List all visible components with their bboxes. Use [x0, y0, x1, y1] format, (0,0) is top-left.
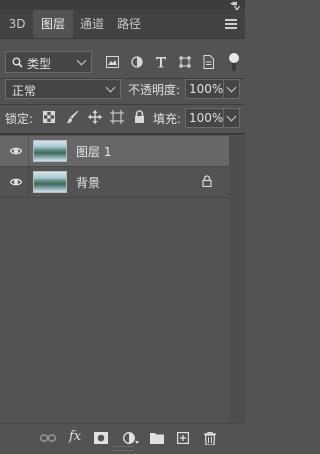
- layer-style-fx-icon[interactable]: fx: [69, 429, 81, 444]
- resize-grip[interactable]: [112, 446, 134, 451]
- new-group-folder-icon[interactable]: [150, 432, 164, 447]
- shape-filter-icon[interactable]: [179, 56, 191, 68]
- layer-name: 图层 1: [76, 145, 112, 159]
- divider: [223, 109, 224, 127]
- opacity-field[interactable]: 100%: [185, 79, 240, 99]
- lock-transparent-pixels-icon[interactable]: [43, 111, 55, 123]
- delete-layer-trash-icon[interactable]: [204, 431, 216, 448]
- add-mask-icon[interactable]: [94, 432, 108, 447]
- opacity-value: 100%: [189, 82, 224, 96]
- layer-thumbnail: [33, 171, 67, 193]
- lock-image-pixels-icon[interactable]: [66, 110, 79, 124]
- lock-position-icon[interactable]: [88, 110, 102, 124]
- link-layers-icon[interactable]: [40, 432, 56, 444]
- chevron-down-icon: [226, 111, 237, 122]
- divider: [0, 104, 245, 105]
- divider: [223, 80, 224, 98]
- smart-object-filter-icon[interactable]: [203, 55, 214, 69]
- layer-row[interactable]: 背景: [0, 167, 229, 197]
- divider: [0, 197, 229, 198]
- tab-3d[interactable]: 3D: [4, 10, 30, 38]
- new-layer-icon[interactable]: [177, 432, 190, 447]
- layer-row[interactable]: 图层 1: [0, 136, 229, 166]
- opacity-label: 不透明度:: [128, 83, 181, 97]
- lock-icon: [202, 175, 212, 187]
- filter-toggle-switch[interactable]: [228, 53, 240, 72]
- adjustment-filter-icon[interactable]: [131, 56, 143, 68]
- panel-title-bar: ◂◂: [0, 0, 245, 10]
- close-icon[interactable]: [233, 1, 241, 13]
- scrollbar[interactable]: [229, 136, 245, 423]
- blend-mode-value: 正常: [12, 84, 37, 98]
- filter-kind-label: 类型: [27, 57, 52, 71]
- tab-channels[interactable]: 通道: [76, 10, 108, 38]
- divider: [0, 133, 245, 135]
- fill-field[interactable]: 100%: [185, 108, 240, 128]
- divider: [28, 136, 29, 166]
- search-icon: [12, 57, 23, 68]
- prevent-auto-nesting-icon[interactable]: [110, 110, 124, 124]
- fill-value: 100%: [189, 111, 224, 125]
- chevron-down-icon: [105, 82, 116, 93]
- fill-label: 填充:: [153, 112, 182, 126]
- layer-name: 背景: [76, 176, 101, 190]
- visibility-eye-icon[interactable]: [10, 146, 22, 156]
- lock-all-icon[interactable]: [134, 110, 145, 123]
- visibility-eye-icon[interactable]: [10, 177, 22, 187]
- type-filter-icon[interactable]: [155, 56, 167, 68]
- lock-label: 锁定:: [5, 112, 34, 126]
- tab-bar: 3D 图层 通道 路径: [0, 10, 245, 39]
- tab-layers[interactable]: 图层: [33, 10, 73, 38]
- layer-thumbnail: [33, 140, 67, 162]
- panel-menu-icon[interactable]: [225, 19, 237, 31]
- tab-paths[interactable]: 路径: [113, 10, 145, 38]
- chevron-down-icon: [76, 55, 87, 66]
- filter-kind-dropdown[interactable]: 类型: [5, 51, 92, 73]
- chevron-down-icon: [226, 82, 237, 93]
- image-filter-icon[interactable]: [106, 56, 119, 68]
- divider: [28, 167, 29, 197]
- blend-mode-dropdown[interactable]: 正常: [5, 79, 121, 99]
